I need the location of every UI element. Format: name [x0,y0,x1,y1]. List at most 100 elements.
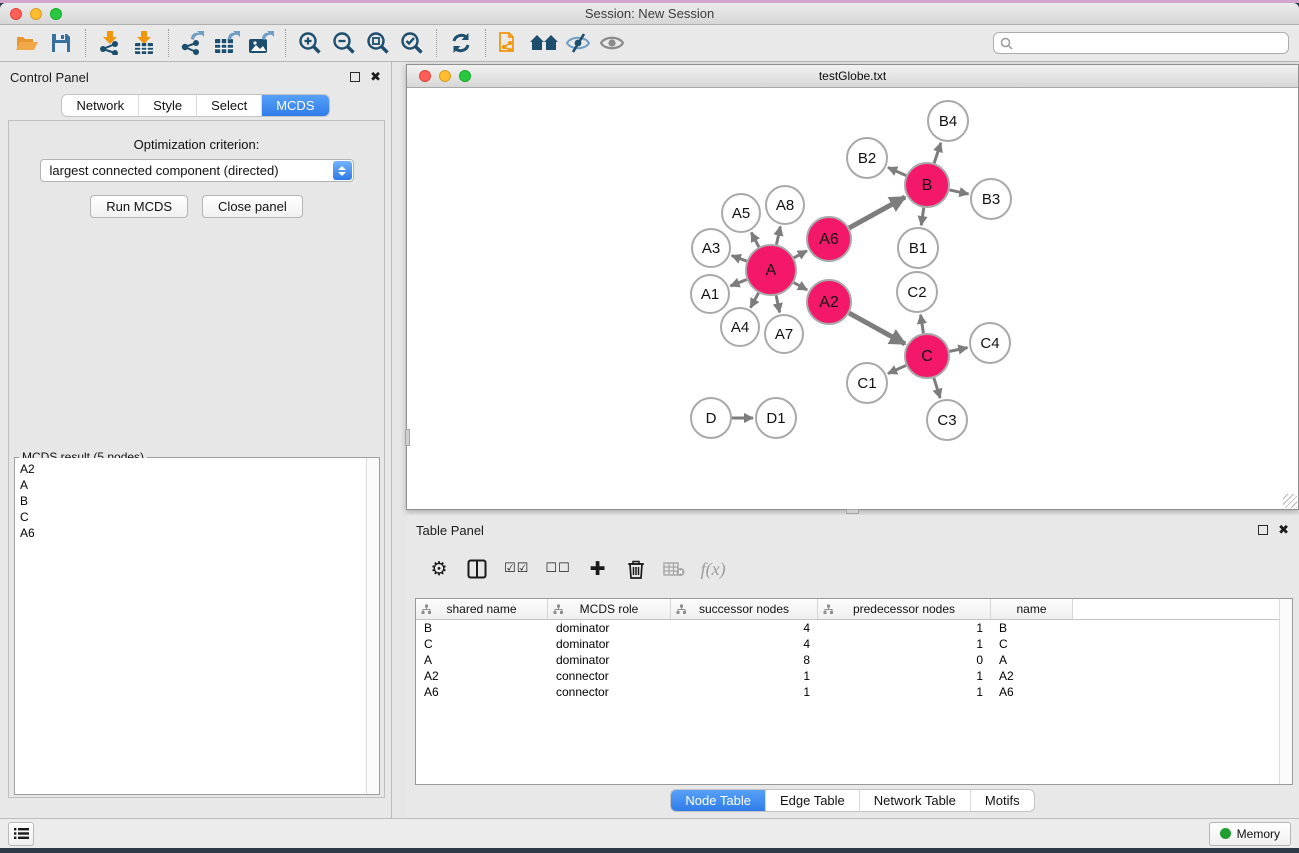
network-minimize-button[interactable] [439,70,451,82]
search-input[interactable] [1018,36,1282,50]
import-network-button[interactable] [95,28,125,58]
node-C1[interactable]: C1 [847,363,887,403]
table-row-a6[interactable]: A6connector11A6 [416,684,1279,700]
result-item-c[interactable]: C [20,509,366,525]
edge-A-A2[interactable] [794,283,807,290]
import-table-button[interactable] [129,28,159,58]
table-cell[interactable]: C [991,636,1073,652]
table-cell[interactable]: 0 [818,652,991,668]
table-cell[interactable]: dominator [548,620,671,636]
minimize-window-button[interactable] [30,8,42,20]
node-A1[interactable]: A1 [691,275,729,313]
float-table-panel-icon[interactable] [1258,525,1268,535]
node-A5[interactable]: A5 [722,194,760,232]
zoom-selected-button[interactable] [397,28,427,58]
edge-A-A8[interactable] [776,227,780,245]
node-B2[interactable]: B2 [847,138,887,178]
open-session-button[interactable] [12,28,42,58]
memory-button[interactable]: Memory [1209,822,1291,846]
table-cell[interactable]: dominator [548,636,671,652]
table-cell[interactable]: 4 [671,620,818,636]
table-cell[interactable]: B [991,620,1073,636]
table-row-a2[interactable]: A2connector11A2 [416,668,1279,684]
edge-A-A7[interactable] [776,295,779,312]
column-header-predecessor-nodes[interactable]: predecessor nodes [818,599,991,619]
show-all-button[interactable] [597,28,627,58]
edge-A-A5[interactable] [751,232,759,247]
save-session-button[interactable] [46,28,76,58]
edge-C-C3[interactable] [934,378,940,398]
export-table-button[interactable] [212,28,242,58]
close-window-button[interactable] [10,8,22,20]
node-C3[interactable]: C3 [927,400,967,440]
delete-column-trash-icon[interactable] [625,557,647,581]
refresh-button[interactable] [446,28,476,58]
float-panel-icon[interactable] [350,72,360,82]
table-row-b[interactable]: Bdominator41B [416,620,1279,636]
node-B3[interactable]: B3 [971,179,1011,219]
node-A4[interactable]: A4 [721,308,759,346]
table-cell[interactable]: 1 [671,684,818,700]
table-cell[interactable]: A6 [991,684,1073,700]
export-network-button[interactable] [178,28,208,58]
hide-selected-button[interactable] [563,28,593,58]
result-scrollbar[interactable] [366,458,379,794]
table-settings-gear-icon[interactable]: ⚙ [428,557,450,581]
node-A2[interactable]: A2 [807,280,851,324]
edge-A-A3[interactable] [732,256,747,261]
table-cell[interactable]: 8 [671,652,818,668]
close-table-panel-icon[interactable]: ✖ [1278,525,1289,535]
column-chooser-icon[interactable] [466,557,488,581]
node-A3[interactable]: A3 [692,229,730,267]
node-A6[interactable]: A6 [807,217,851,261]
tab-select[interactable]: Select [196,95,261,116]
network-zoom-button[interactable] [459,70,471,82]
table-row-a[interactable]: Adominator80A [416,652,1279,668]
table-scrollbar[interactable] [1279,599,1292,784]
table-tab-network-table[interactable]: Network Table [859,790,970,811]
copy-network-button[interactable] [495,28,525,58]
zoom-in-button[interactable] [295,28,325,58]
result-item-a2[interactable]: A2 [20,461,366,477]
table-cell[interactable]: A6 [416,684,548,700]
table-cell[interactable]: B [416,620,548,636]
tab-mcds[interactable]: MCDS [261,95,328,116]
table-cell[interactable]: connector [548,684,671,700]
export-image-button[interactable] [246,28,276,58]
add-column-icon[interactable]: ✚ [587,557,609,581]
edge-C-C4[interactable] [950,348,968,352]
table-cell[interactable]: A [416,652,548,668]
close-panel-icon[interactable]: ✖ [370,72,381,82]
deselect-all-icon[interactable]: ☐☐ [545,557,570,581]
node-D[interactable]: D [691,398,731,438]
splitter-handle-left[interactable] [405,429,410,446]
table-cell[interactable]: C [416,636,548,652]
result-item-a[interactable]: A [20,477,366,493]
table-cell[interactable]: 4 [671,636,818,652]
node-B4[interactable]: B4 [928,101,968,141]
home-view-button[interactable] [529,28,559,58]
close-panel-button[interactable]: Close panel [202,195,303,218]
node-B[interactable]: B [905,163,949,207]
edge-B-B1[interactable] [921,208,923,225]
search-field[interactable] [993,32,1289,54]
node-A[interactable]: A [746,245,796,295]
column-header-mcds-role[interactable]: MCDS role [548,599,671,619]
splitter-handle-bottom[interactable] [846,509,859,514]
node-A7[interactable]: A7 [765,315,803,353]
column-header-shared-name[interactable]: shared name [416,599,548,619]
criterion-select[interactable]: largest connected component (directed) [40,159,354,182]
tab-style[interactable]: Style [138,95,196,116]
edge-A6-B[interactable] [849,197,905,228]
node-B1[interactable]: B1 [898,228,938,268]
zoom-fit-button[interactable] [363,28,393,58]
table-row-c[interactable]: Cdominator41C [416,636,1279,652]
table-cell[interactable]: 1 [818,620,991,636]
table-cell[interactable]: 1 [818,636,991,652]
edge-B-B2[interactable] [888,167,906,175]
table-cell[interactable]: dominator [548,652,671,668]
table-cell[interactable]: A2 [416,668,548,684]
column-header-name[interactable]: name [991,599,1073,619]
network-window-titlebar[interactable]: testGlobe.txt [407,65,1298,88]
node-A8[interactable]: A8 [766,186,804,224]
